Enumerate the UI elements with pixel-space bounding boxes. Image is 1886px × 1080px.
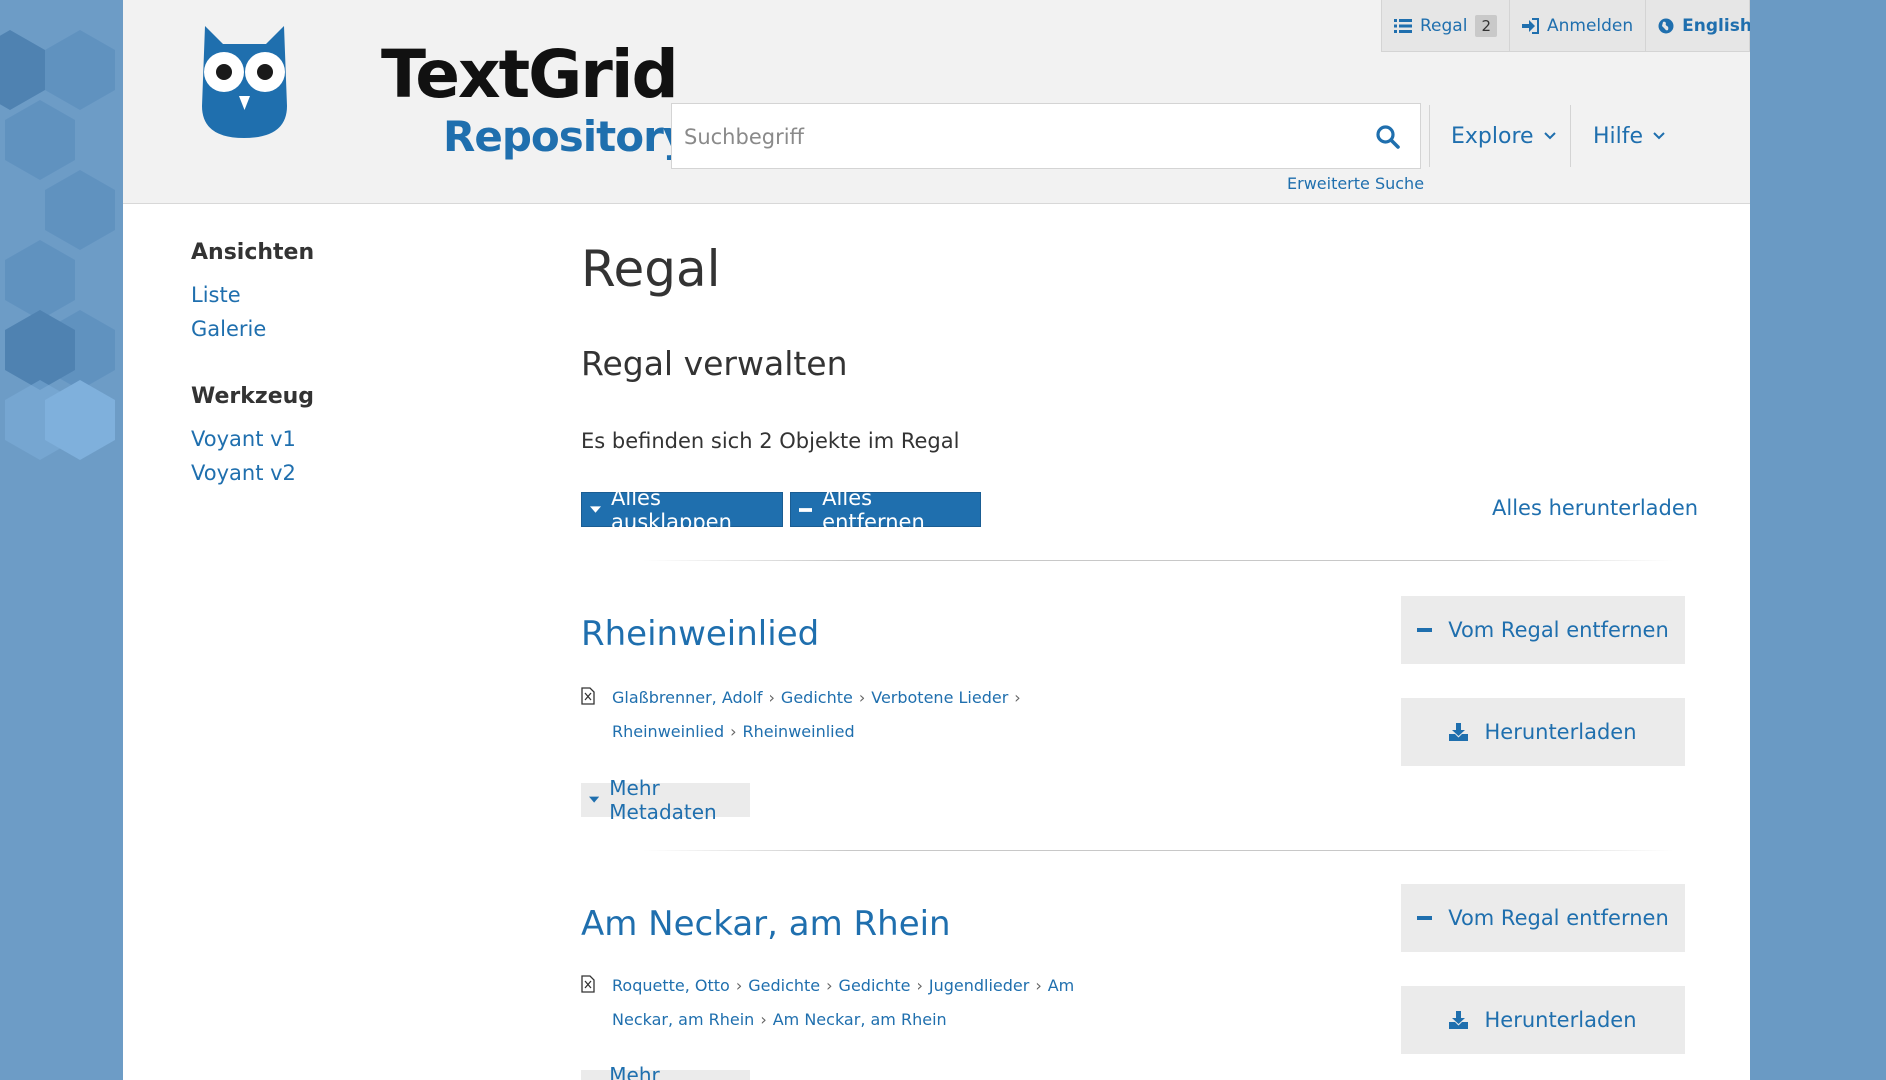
chevron-down-icon bbox=[1543, 132, 1556, 140]
minus-icon bbox=[1417, 916, 1433, 920]
explore-dropdown[interactable]: Explore bbox=[1451, 103, 1556, 169]
item-breadcrumb: Roquette, Otto › Gedichte › Gedichte › Jugendl… bbox=[581, 969, 1121, 1037]
download-label: Herunterladen bbox=[1484, 1008, 1637, 1032]
item-title-link[interactable]: Am Neckar, am Rhein bbox=[581, 904, 951, 944]
download-icon bbox=[1449, 723, 1469, 741]
page: TextGrid Repository Regal 2 Anmelden Eng… bbox=[123, 0, 1750, 1080]
top-utility-bar: Regal 2 Anmelden English bbox=[1381, 0, 1750, 52]
breadcrumb-link[interactable]: Rheinweinlied bbox=[612, 722, 724, 741]
minus-icon bbox=[799, 507, 813, 512]
remove-all-button[interactable]: Alles entfernen bbox=[790, 486, 981, 534]
views-heading: Ansichten bbox=[191, 240, 315, 265]
more-metadata-label: Mehr Metadaten bbox=[609, 776, 717, 824]
download-button[interactable]: Herunterladen bbox=[1401, 986, 1685, 1054]
breadcrumb-link[interactable]: Glaßbrenner, Adolf bbox=[612, 688, 763, 707]
tool-voyant-v2-link[interactable]: Voyant v2 bbox=[191, 461, 296, 485]
language-switch[interactable]: English bbox=[1646, 0, 1750, 52]
minus-icon bbox=[1417, 628, 1433, 632]
search-box bbox=[671, 103, 1421, 169]
background-right bbox=[1750, 0, 1886, 1080]
search-icon[interactable] bbox=[1374, 123, 1402, 151]
globe-icon bbox=[1658, 18, 1674, 33]
chevron-down-icon bbox=[1653, 132, 1665, 140]
shelf-label: Regal bbox=[1420, 15, 1468, 36]
logo-subtitle: Repository bbox=[443, 112, 690, 161]
help-dropdown[interactable]: Hilfe bbox=[1593, 103, 1665, 169]
document-icon bbox=[581, 687, 595, 705]
sign-in-icon bbox=[1522, 17, 1539, 34]
breadcrumb-link[interactable]: Rheinweinlied bbox=[743, 722, 855, 741]
tools-heading: Werkzeug bbox=[191, 384, 315, 409]
caret-down-icon bbox=[590, 505, 602, 513]
breadcrumb-link[interactable]: Gedichte bbox=[839, 976, 911, 995]
remove-all-label: Alles entfernen bbox=[822, 485, 925, 534]
shelf-count-badge: 2 bbox=[1475, 14, 1497, 37]
login-link[interactable]: Anmelden bbox=[1510, 0, 1647, 52]
breadcrumb-link[interactable]: Roquette, Otto bbox=[612, 976, 730, 995]
breadcrumb-link[interactable]: Gedichte bbox=[781, 688, 853, 707]
owl-icon bbox=[202, 26, 287, 138]
breadcrumb-link[interactable]: Jugendlieder bbox=[929, 976, 1029, 995]
textgrid-logo[interactable]: TextGrid Repository bbox=[197, 24, 690, 174]
remove-from-shelf-label: Vom Regal entfernen bbox=[1448, 906, 1669, 930]
divider bbox=[643, 560, 1673, 561]
remove-from-shelf-label: Vom Regal entfernen bbox=[1448, 618, 1669, 642]
download-icon bbox=[1449, 1011, 1469, 1029]
shelf-count-text: Es befinden sich 2 Objekte im Regal bbox=[581, 429, 960, 453]
remove-from-shelf-button[interactable]: Vom Regal entfernen bbox=[1401, 884, 1685, 952]
nav-divider bbox=[1570, 105, 1571, 167]
section-title: Regal verwalten bbox=[581, 344, 848, 383]
remove-from-shelf-button[interactable]: Vom Regal entfernen bbox=[1401, 596, 1685, 664]
download-all-link[interactable]: Alles herunterladen bbox=[1492, 496, 1698, 520]
item-breadcrumb: Glaßbrenner, Adolf › Gedichte › Verbotene Li… bbox=[581, 681, 1121, 749]
breadcrumb-link[interactable]: Verbotene Lieder bbox=[871, 688, 1008, 707]
expand-all-button[interactable]: Alles ausklappen bbox=[581, 486, 783, 534]
download-button[interactable]: Herunterladen bbox=[1401, 698, 1685, 766]
breadcrumb-link[interactable]: Am Neckar, am Rhein bbox=[773, 1010, 947, 1029]
document-icon bbox=[581, 975, 595, 993]
header: TextGrid Repository Regal 2 Anmelden Eng… bbox=[123, 0, 1750, 204]
tool-voyant-v1-link[interactable]: Voyant v1 bbox=[191, 427, 296, 451]
advanced-search-link[interactable]: Erweiterte Suche bbox=[1287, 174, 1424, 193]
item-title-link[interactable]: Rheinweinlied bbox=[581, 614, 819, 654]
divider bbox=[643, 850, 1673, 851]
download-label: Herunterladen bbox=[1484, 720, 1637, 744]
nav-divider bbox=[1429, 105, 1430, 167]
more-metadata-label: Mehr Metadaten bbox=[609, 1063, 660, 1080]
help-label: Hilfe bbox=[1593, 123, 1644, 149]
background-pattern bbox=[0, 0, 123, 1080]
explore-label: Explore bbox=[1451, 123, 1534, 149]
language-label: English bbox=[1682, 15, 1750, 36]
list-icon bbox=[1394, 18, 1412, 33]
login-label: Anmelden bbox=[1547, 15, 1634, 36]
view-gallery-link[interactable]: Galerie bbox=[191, 317, 266, 341]
shelf-link[interactable]: Regal 2 bbox=[1382, 0, 1510, 52]
more-metadata-button[interactable]: Mehr Metadaten bbox=[581, 1063, 750, 1080]
search-input[interactable] bbox=[682, 118, 1336, 156]
view-list-link[interactable]: Liste bbox=[191, 283, 241, 307]
breadcrumb-link[interactable]: Gedichte bbox=[748, 976, 820, 995]
page-title: Regal bbox=[581, 240, 721, 298]
expand-all-label: Alles ausklappen bbox=[611, 485, 732, 534]
logo-wordmark: TextGrid bbox=[381, 36, 679, 113]
caret-down-icon bbox=[589, 796, 600, 803]
more-metadata-button[interactable]: Mehr Metadaten bbox=[581, 776, 750, 824]
